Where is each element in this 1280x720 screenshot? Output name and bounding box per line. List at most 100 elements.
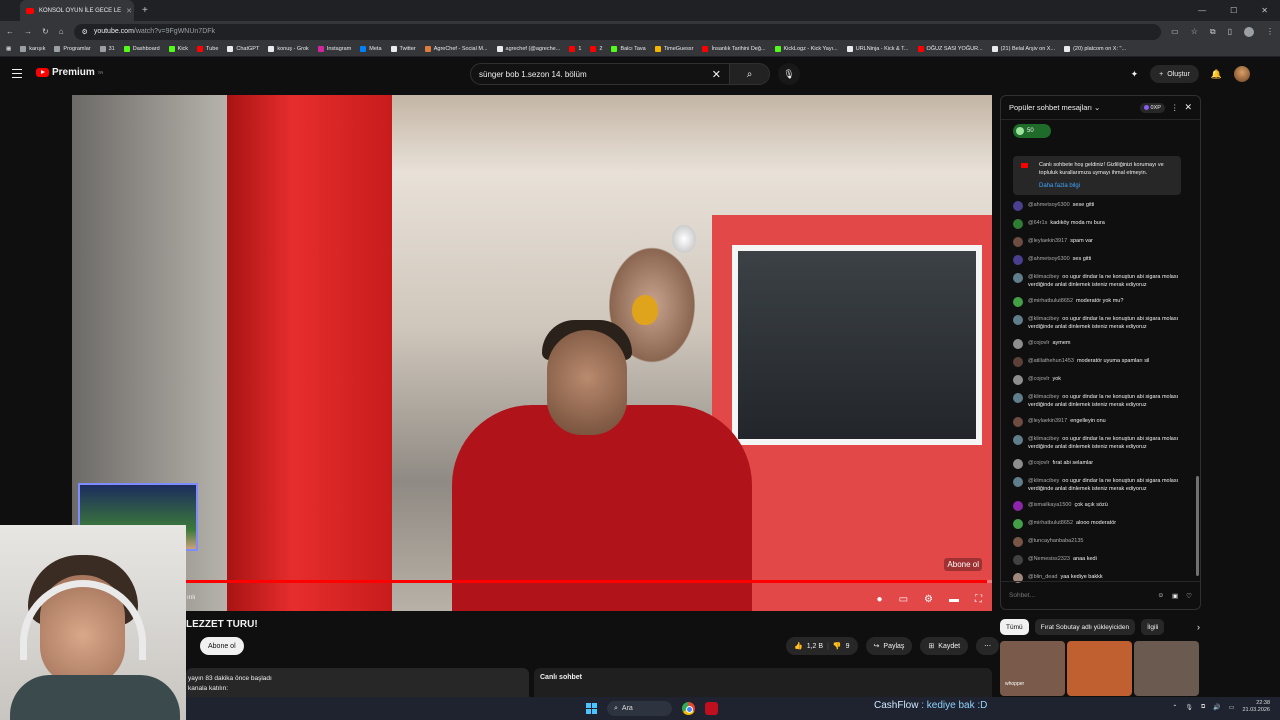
chat-scrollbar-thumb[interactable]: [1196, 476, 1199, 576]
video-player[interactable]: Abone ol ırılı ● ▭ ⚙ ▬ ⛶: [72, 95, 992, 611]
chat-username[interactable]: @ismailkaya1500: [1028, 502, 1072, 508]
chat-avatar[interactable]: [1013, 201, 1023, 211]
chat-mode-dropdown[interactable]: Popüler sohbet mesajları ⌄: [1009, 103, 1100, 112]
search-button[interactable]: ⌕: [730, 63, 770, 85]
chat-avatar[interactable]: [1013, 237, 1023, 247]
profile-avatar-icon[interactable]: [1244, 26, 1254, 37]
save-button[interactable]: ⊞ Kaydet: [920, 637, 969, 655]
taskbar-app-icon[interactable]: [705, 702, 718, 715]
taskbar-search[interactable]: ⌕ Ara: [607, 701, 672, 716]
maximize-icon[interactable]: ☐: [1230, 6, 1237, 15]
chat-message[interactable]: @leylaekin3917 engelleyin onu: [1013, 417, 1188, 427]
chat-message[interactable]: @mirhatbulut8652 moderatör yok mu?: [1013, 297, 1188, 307]
minimize-icon[interactable]: —: [1198, 6, 1206, 15]
search-input[interactable]: sünger bob 1.sezon 14. bölüm ✕: [470, 63, 730, 85]
chat-avatar[interactable]: [1013, 273, 1023, 283]
bookmark-item[interactable]: 1: [569, 46, 581, 52]
tray-chevron-icon[interactable]: ⌃: [1172, 704, 1177, 711]
bookmark-item[interactable]: (21) Belal Arşiv on X...: [991, 46, 1055, 52]
video-progress-bar[interactable]: [72, 580, 992, 583]
chat-message[interactable]: @klimacibey oo ugur dindar la ne konuştun…: [1013, 435, 1188, 451]
address-bar[interactable]: ⚙ youtube.com/watch?v=9FgWNUn7DFk: [73, 23, 1162, 40]
chat-avatar[interactable]: [1013, 219, 1023, 229]
chat-avatar[interactable]: [1013, 537, 1023, 547]
heart-icon[interactable]: ♡: [1186, 592, 1192, 600]
chat-avatar[interactable]: [1013, 555, 1023, 565]
chat-message[interactable]: @leylaekin3917 spam var: [1013, 237, 1188, 247]
bookmark-item[interactable]: Instagram: [317, 46, 351, 52]
settings-gear-icon[interactable]: ⚙: [924, 594, 933, 605]
chat-scrollbar[interactable]: [1196, 136, 1199, 581]
bookmark-item[interactable]: konuş - Grok: [268, 46, 309, 52]
chip-related[interactable]: İlgili: [1141, 619, 1165, 635]
voice-search-mic-icon[interactable]: 🎙: [778, 63, 800, 85]
chat-message[interactable]: @ismailkaya1500 çok açık sözü: [1013, 501, 1188, 511]
chat-avatar[interactable]: [1013, 375, 1023, 385]
learn-more-link[interactable]: Daha fazla bilgi: [1039, 182, 1175, 190]
chat-username[interactable]: @blin_dead: [1028, 574, 1057, 580]
chat-message[interactable]: @klimacibey oo ugur dindar la ne konuştun…: [1013, 273, 1188, 289]
chat-menu-icon[interactable]: ⋮: [1171, 103, 1179, 112]
bookmark-item[interactable]: Twitter: [390, 46, 416, 52]
windows-start-icon[interactable]: [586, 703, 597, 714]
cast-icon[interactable]: ▭: [1171, 27, 1179, 36]
notifications-bell-icon[interactable]: 🔔: [1211, 69, 1222, 80]
chat-input[interactable]: [1009, 592, 1150, 599]
bookmark-item[interactable]: agrechef (@agreche...: [496, 46, 560, 52]
chat-avatar[interactable]: [1013, 459, 1023, 469]
bookmark-item[interactable]: Programlar: [54, 46, 91, 52]
chat-avatar[interactable]: [1013, 255, 1023, 265]
browser-tab-active[interactable]: KONSOL OYUN İLE GECE LE ✕: [20, 0, 134, 21]
emoji-icon[interactable]: ☺: [1157, 592, 1164, 599]
chat-username[interactable]: @klimacibey: [1028, 316, 1059, 322]
share-button[interactable]: ↪ Paylaş: [865, 637, 913, 655]
chat-avatar[interactable]: [1013, 357, 1023, 367]
chat-username[interactable]: @atillathehun1453: [1028, 358, 1074, 364]
chat-username[interactable]: @64r1s: [1028, 220, 1047, 226]
battery-icon[interactable]: ▭: [1229, 704, 1235, 711]
bookmark-item[interactable]: TimeGuessr: [654, 46, 693, 52]
network-icon[interactable]: ⧉: [1201, 704, 1205, 711]
chip-all[interactable]: Tümü: [1000, 619, 1029, 635]
chat-username[interactable]: @leylaekin3917: [1028, 418, 1067, 424]
forward-icon[interactable]: →: [24, 27, 32, 36]
chat-avatar[interactable]: [1013, 435, 1023, 445]
bookmark-item[interactable]: ChatGPT: [227, 46, 259, 52]
chat-username[interactable]: @Nemesiss2323: [1028, 556, 1070, 562]
chat-username[interactable]: @klimacibey: [1028, 478, 1059, 484]
chat-avatar[interactable]: [1013, 477, 1023, 487]
chat-avatar[interactable]: [1013, 519, 1023, 529]
chat-message[interactable]: @ahmetsoy6300 ses gitti: [1013, 255, 1188, 265]
chat-avatar[interactable]: [1013, 393, 1023, 403]
chat-username[interactable]: @klimacibey: [1028, 436, 1059, 442]
chat-username[interactable]: @leylaekin3917: [1028, 238, 1067, 244]
chat-message[interactable]: @cojovlr fırat abi selamlar: [1013, 459, 1188, 469]
chat-message[interactable]: @klimacibey oo ugur dindar la ne konuştun…: [1013, 315, 1188, 331]
bookmark-item[interactable]: 2: [590, 46, 602, 52]
bookmark-item[interactable]: Dashboard: [123, 46, 160, 52]
subscribe-button[interactable]: Abone ol: [200, 637, 244, 655]
chat-message[interactable]: @Nemesiss2323 anaa kedi: [1013, 555, 1188, 565]
chat-message[interactable]: @mirhatbulut8652 alooo moderatör: [1013, 519, 1188, 529]
super-chat-icon[interactable]: ▣: [1172, 592, 1178, 600]
mic-tray-icon[interactable]: 🎙: [1185, 704, 1193, 711]
like-icon[interactable]: 👍: [794, 642, 803, 650]
bookmark-item[interactable]: URLNinja - Kick & T...: [846, 46, 909, 52]
youtube-premium-logo[interactable]: Premium TR: [36, 67, 103, 78]
chat-username[interactable]: @ahmetsoy6300: [1028, 202, 1070, 208]
like-count[interactable]: 1,2 B: [807, 643, 823, 650]
chat-username[interactable]: @mirhatbulut8652: [1028, 298, 1073, 304]
recommended-thumbnail[interactable]: whopper: [1000, 641, 1065, 696]
chat-avatar[interactable]: [1013, 417, 1023, 427]
theater-mode-icon[interactable]: ▬: [949, 594, 959, 605]
account-avatar[interactable]: [1234, 66, 1250, 82]
close-chat-icon[interactable]: ✕: [1184, 102, 1192, 113]
chat-message[interactable]: @atillathehun1453 moderatör uyuma spamlar…: [1013, 357, 1188, 367]
volume-icon[interactable]: 🔊: [1213, 704, 1220, 711]
bookmark-item[interactable]: karışık: [20, 46, 45, 52]
chat-username[interactable]: @cojovlr: [1028, 340, 1049, 346]
subscribe-watermark[interactable]: Abone ol: [944, 558, 982, 571]
back-icon[interactable]: ←: [6, 27, 14, 36]
chat-message[interactable]: @klimacibey oo ugur dindar la ne konuştun…: [1013, 477, 1188, 493]
side-panel-icon[interactable]: ▯: [1228, 27, 1232, 36]
